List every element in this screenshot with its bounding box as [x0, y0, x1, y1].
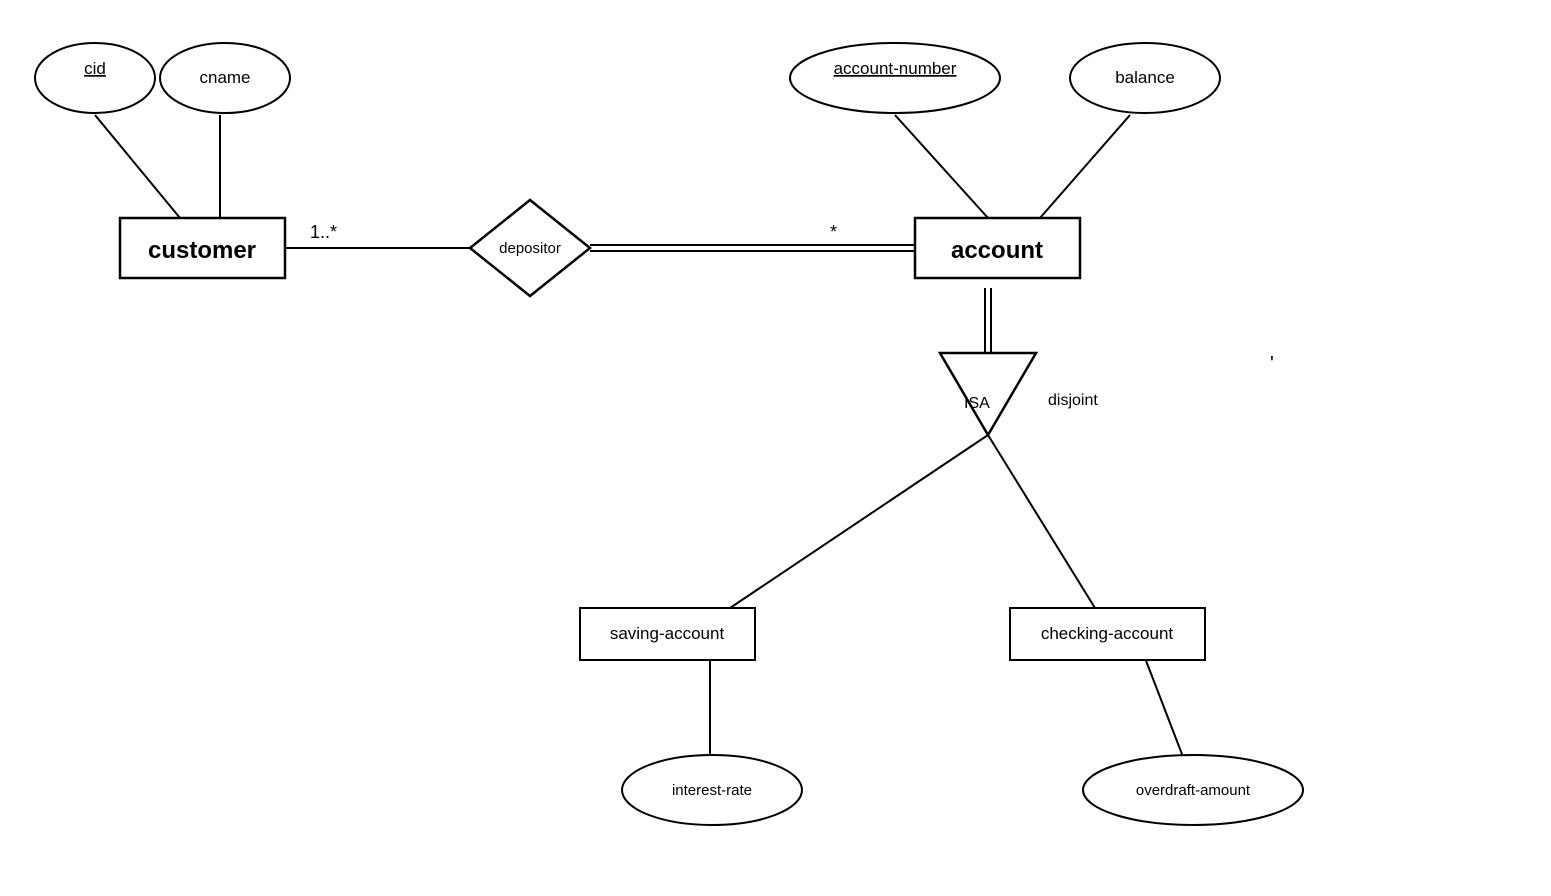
isa-label: ISA: [964, 395, 990, 412]
er-diagram: 1..* * ISA disjoint cid cname account-nu…: [0, 0, 1551, 891]
checking-account-label: checking-account: [1041, 624, 1174, 643]
overdraft-amount-label: overdraft-amount: [1136, 782, 1251, 799]
account-number-attribute: [790, 43, 1000, 113]
depositor-label: depositor: [499, 240, 561, 257]
cardinality-star-label: *: [830, 222, 837, 242]
cid-label: cid: [84, 59, 106, 78]
cardinality-1-label: 1..*: [310, 222, 337, 242]
saving-account-label: saving-account: [610, 624, 725, 643]
interest-rate-label: interest-rate: [672, 782, 752, 799]
disjoint-label: disjoint: [1048, 392, 1098, 409]
account-label: account: [951, 237, 1043, 264]
cname-label: cname: [199, 68, 250, 87]
customer-label: customer: [148, 237, 256, 264]
account-number-label: account-number: [834, 59, 957, 78]
balance-label: balance: [1115, 68, 1175, 87]
decorative-mark: ': [1270, 353, 1274, 375]
cid-attribute: [35, 43, 155, 113]
